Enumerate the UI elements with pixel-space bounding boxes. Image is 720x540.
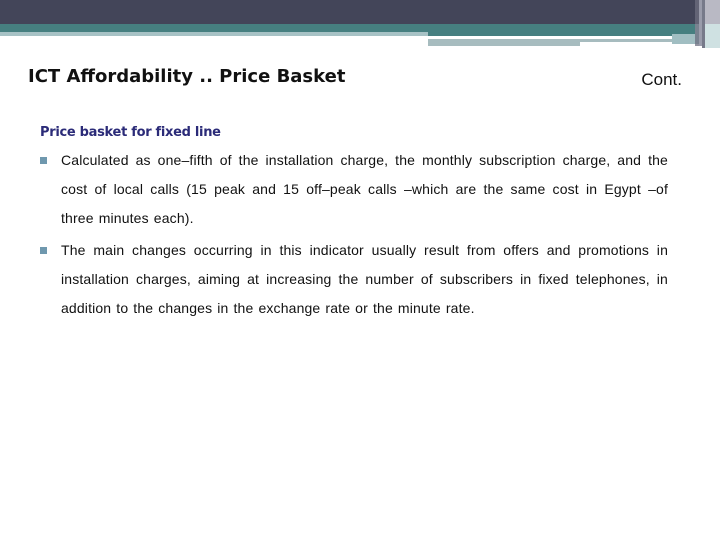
- header-light-strip-left: [0, 32, 428, 36]
- bullet-text: The main changes occurring in this indic…: [61, 242, 668, 316]
- section-heading: Price basket for fixed line: [40, 125, 221, 140]
- header-teal-band-extension: [428, 32, 695, 36]
- square-bullet-icon: [40, 247, 47, 254]
- header-dark-band: [0, 0, 720, 24]
- bullet-item: Calculated as one–fifth of the installat…: [40, 152, 668, 233]
- continuation-label: Cont.: [641, 70, 682, 89]
- header-teal-band: [0, 24, 695, 32]
- bullet-item: The main changes occurring in this indic…: [40, 242, 668, 323]
- header-light-strip-corner: [672, 34, 695, 44]
- slide-title: ICT Affordability .. Price Basket: [28, 66, 346, 87]
- header-edge-stripe: [705, 24, 720, 48]
- header-light-strip-right: [428, 39, 580, 46]
- header-edge-stripe: [705, 0, 720, 24]
- header-light-strip-right-thin: [580, 39, 672, 42]
- bullet-text: Calculated as one–fifth of the installat…: [61, 152, 668, 226]
- square-bullet-icon: [40, 157, 47, 164]
